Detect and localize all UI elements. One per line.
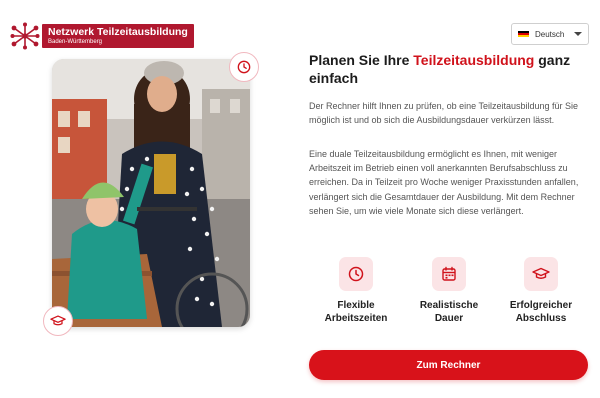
feature-icon-box bbox=[524, 257, 558, 291]
feature-label: Realistische Dauer bbox=[419, 300, 479, 324]
calendar-icon bbox=[442, 266, 456, 281]
language-select-value: Deutsch bbox=[535, 29, 565, 39]
hero-photo bbox=[52, 59, 250, 327]
intro-paragraph: Der Rechner hilft Ihnen zu prüfen, ob ei… bbox=[309, 101, 578, 126]
logo-title: Netzwerk Teilzeitausbildung bbox=[48, 26, 188, 38]
page-title: Planen Sie Ihre Teilzeitausbildung ganz … bbox=[309, 51, 589, 87]
logo-subtitle: Baden-Württemberg bbox=[48, 39, 103, 45]
description-paragraph: Eine duale Teilzeitausbildung ermöglicht… bbox=[309, 149, 579, 216]
clock-icon bbox=[237, 60, 251, 74]
germany-flag-icon bbox=[518, 30, 529, 38]
feature-icon-box bbox=[339, 257, 373, 291]
graduation-cap-icon bbox=[50, 315, 66, 326]
feature-realistic-duration: Realistische Dauer bbox=[408, 257, 490, 325]
title-prefix: Planen Sie Ihre bbox=[309, 52, 414, 68]
feature-label: Flexible Arbeitszeiten bbox=[324, 300, 388, 324]
feature-label: Erfolgreicher Abschluss bbox=[509, 300, 573, 324]
logo-text-box: Netzwerk Teilzeitausbildung Baden-Württe… bbox=[42, 24, 194, 48]
clock-badge bbox=[229, 52, 259, 82]
calculator-button[interactable]: Zum Rechner bbox=[309, 350, 588, 380]
site-logo[interactable]: Netzwerk Teilzeitausbildung Baden-Württe… bbox=[10, 22, 194, 50]
chevron-down-icon bbox=[574, 32, 582, 36]
network-logo-icon bbox=[10, 22, 40, 50]
feature-flexible-hours: Flexible Arbeitszeiten bbox=[315, 257, 397, 325]
graduation-cap-icon bbox=[532, 267, 550, 279]
feature-icon-box bbox=[432, 257, 466, 291]
title-accent: Teilzeitausbildung bbox=[413, 52, 535, 68]
graduation-cap-badge bbox=[43, 306, 73, 336]
feature-successful-degree: Erfolgreicher Abschluss bbox=[500, 257, 582, 325]
clock-icon bbox=[348, 266, 364, 282]
language-select[interactable]: Deutsch bbox=[511, 23, 589, 45]
